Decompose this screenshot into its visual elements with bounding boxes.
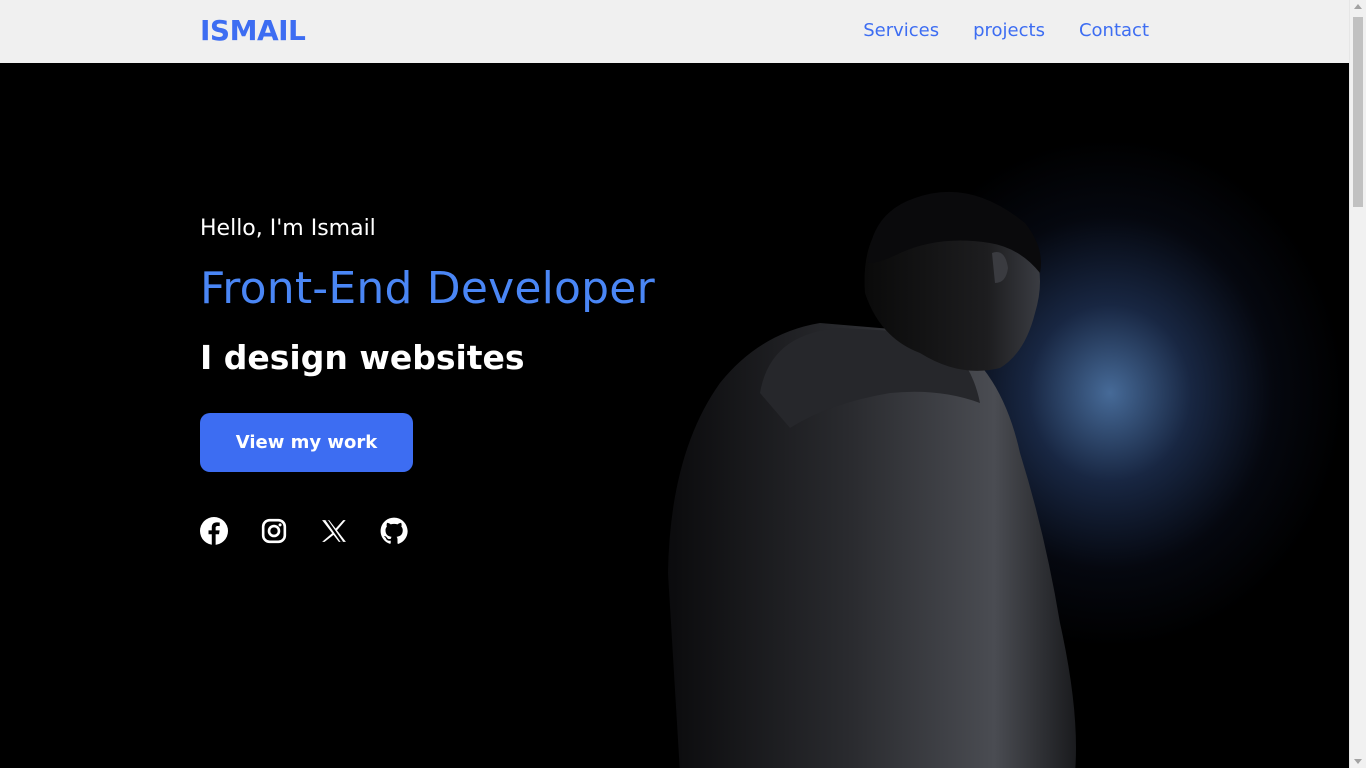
- scroll-thumb[interactable]: [1353, 17, 1363, 207]
- instagram-icon[interactable]: [260, 516, 288, 546]
- hero-tagline: I design websites: [200, 338, 525, 377]
- hero-section: Hello, I'm Ismail Front-End Developer I …: [0, 63, 1349, 768]
- nav-link-contact[interactable]: Contact: [1079, 20, 1149, 41]
- facebook-icon[interactable]: [200, 516, 228, 546]
- hero-portrait-image: [668, 191, 1076, 768]
- page-scrollbar[interactable]: [1349, 0, 1366, 768]
- nav-link-services[interactable]: Services: [863, 20, 939, 41]
- x-icon[interactable]: [320, 516, 348, 546]
- social-links: [200, 516, 408, 546]
- scroll-down-arrow-icon[interactable]: [1354, 759, 1362, 764]
- hero-greeting: Hello, I'm Ismail: [200, 216, 376, 241]
- navbar: ISMAIL Services projects Contact: [0, 0, 1349, 63]
- github-icon[interactable]: [380, 516, 408, 546]
- nav-link-projects[interactable]: projects: [973, 20, 1045, 41]
- scroll-up-arrow-icon[interactable]: [1354, 4, 1362, 9]
- logo[interactable]: ISMAIL: [200, 14, 306, 47]
- view-my-work-button[interactable]: View my work: [200, 413, 413, 472]
- hero-role-title: Front-End Developer: [200, 263, 655, 314]
- nav-links: Services projects Contact: [863, 20, 1149, 41]
